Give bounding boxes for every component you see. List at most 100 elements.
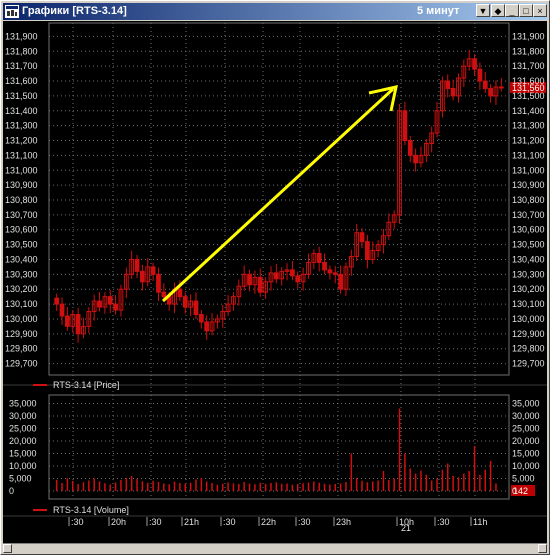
candle-body [161, 291, 167, 298]
price-axis-label-right: 130,500 [512, 240, 545, 250]
price-axis-label-left: 129,700 [5, 359, 38, 369]
time-axis-label: :30 [71, 517, 84, 527]
price-axis-label-left: 131,200 [5, 136, 38, 146]
price-axis-label-left: 130,000 [5, 314, 38, 324]
price-axis-label-right: 130,800 [512, 195, 545, 205]
price-legend: RTS-3.14 [Price] [53, 380, 119, 390]
volume-axis-label-right: 15,000 [512, 449, 540, 459]
price-axis-label-left: 131,600 [5, 76, 38, 86]
interval-label[interactable]: 5 минут [417, 5, 459, 17]
price-axis-label-right: 130,300 [512, 269, 545, 279]
volume-axis-label-left: 30,000 [9, 411, 37, 421]
price-axis-label-right: 129,700 [512, 359, 545, 369]
candle-body [413, 154, 418, 164]
time-axis-label: 23h [336, 517, 351, 527]
candle-body [97, 300, 102, 308]
candle-body [193, 300, 199, 315]
candle-body [113, 303, 118, 311]
time-axis-label: :30 [298, 517, 311, 527]
candle-body [257, 276, 263, 293]
candle-body [290, 269, 295, 277]
price-axis-label-right: 129,800 [512, 344, 545, 354]
candle-body [134, 258, 140, 272]
candle-body [54, 297, 60, 305]
price-axis-label-left: 130,100 [5, 299, 38, 309]
candle-body [150, 266, 156, 275]
pin-icon: ◆ [494, 6, 502, 16]
price-axis-label-left: 130,900 [5, 180, 38, 190]
scroll-right-button[interactable] [538, 544, 547, 553]
price-axis-label-right: 130,600 [512, 225, 545, 235]
maximize-icon: □ [523, 6, 529, 16]
candle-body [332, 272, 338, 275]
candle-body [140, 270, 145, 283]
price-axis-label-right: 131,600 [512, 76, 545, 86]
interval-dropdown-button[interactable]: ▼ [476, 4, 490, 17]
candle-body [482, 80, 488, 89]
price-axis-label-left: 131,000 [5, 165, 38, 175]
candle-body [359, 232, 365, 243]
candle-body [402, 110, 408, 142]
candle-body [156, 273, 161, 293]
volume-axis-label-left: 10,000 [9, 461, 37, 471]
price-axis-label-left: 130,400 [5, 254, 38, 264]
time-axis-label: :30 [223, 517, 236, 527]
time-axis-label: 22h [261, 517, 276, 527]
volume-axis-label-left: 35,000 [9, 399, 37, 409]
candle-body [472, 58, 477, 70]
chart-app-icon [5, 5, 19, 18]
minimize-button[interactable]: _ [505, 4, 519, 17]
price-axis-label-right: 130,700 [512, 210, 545, 220]
price-axis-label-left: 131,800 [5, 46, 38, 56]
candle-body [65, 315, 70, 327]
chart-area[interactable]: RTS-3.14 [Price] RTS-3.14 [Volume] 131,5… [3, 21, 547, 552]
close-icon: × [537, 6, 543, 16]
price-volume-chart[interactable]: RTS-3.14 [Price] RTS-3.14 [Volume] 131,5… [3, 21, 547, 543]
time-axis-label: 20h [111, 517, 126, 527]
horizontal-scrollbar[interactable] [3, 543, 547, 553]
volume-legend: RTS-3.14 [Volume] [53, 505, 129, 515]
candle-body [316, 253, 322, 263]
price-axis-label-left: 130,700 [5, 210, 38, 220]
volume-axis-label-right: 20,000 [512, 436, 540, 446]
volume-axis-label-right: 0 [512, 486, 517, 496]
price-axis-label-right: 131,500 [512, 91, 545, 101]
price-axis-label-left: 131,300 [5, 121, 38, 131]
price-axis-label-left: 130,800 [5, 195, 38, 205]
candle-body [322, 261, 327, 271]
price-axis-label-right: 130,100 [512, 299, 545, 309]
candle-body [273, 272, 279, 280]
price-axis-label-right: 130,200 [512, 284, 545, 294]
price-axis-label-left: 130,500 [5, 240, 38, 250]
scroll-left-button[interactable] [3, 544, 12, 553]
pin-button[interactable]: ◆ [491, 4, 505, 17]
volume-axis-label-right: 5,000 [512, 474, 535, 484]
volume-axis-label-right: 25,000 [512, 424, 540, 434]
price-axis-label-right: 131,400 [512, 106, 545, 116]
window-title: Графики [RTS-3.14] [22, 5, 127, 17]
trend-arrow-line [161, 87, 395, 303]
candle-body [295, 275, 301, 283]
close-button[interactable]: × [533, 4, 547, 17]
price-axis-label-right: 130,900 [512, 180, 545, 190]
candle-body [488, 87, 493, 97]
price-axis-label-right: 131,200 [512, 136, 545, 146]
volume-axis-label-left: 15,000 [9, 449, 37, 459]
volume-axis-label-right: 35,000 [512, 399, 540, 409]
price-axis-label-right: 130,400 [512, 254, 545, 264]
time-axis-label: 11h [473, 517, 487, 527]
candle-body [177, 288, 183, 298]
volume-axis-label-right: 10,000 [512, 461, 540, 471]
candle-body [247, 273, 252, 286]
title-bar[interactable]: Графики [RTS-3.14] 5 минут ▼ ◆ _ □ × [3, 3, 547, 20]
price-axis-label-right: 131,700 [512, 61, 545, 71]
price-axis-label-right: 131,100 [512, 150, 545, 160]
time-axis-label: 21h [184, 517, 199, 527]
price-axis-label-left: 131,500 [5, 91, 38, 101]
price-axis-label-right: 129,900 [512, 329, 545, 339]
time-axis-label: :30 [149, 517, 162, 527]
volume-panel-frame [48, 394, 510, 500]
maximize-button[interactable]: □ [519, 4, 533, 17]
volume-axis-label-left: 25,000 [9, 424, 37, 434]
price-axis-label-left: 131,400 [5, 106, 38, 116]
